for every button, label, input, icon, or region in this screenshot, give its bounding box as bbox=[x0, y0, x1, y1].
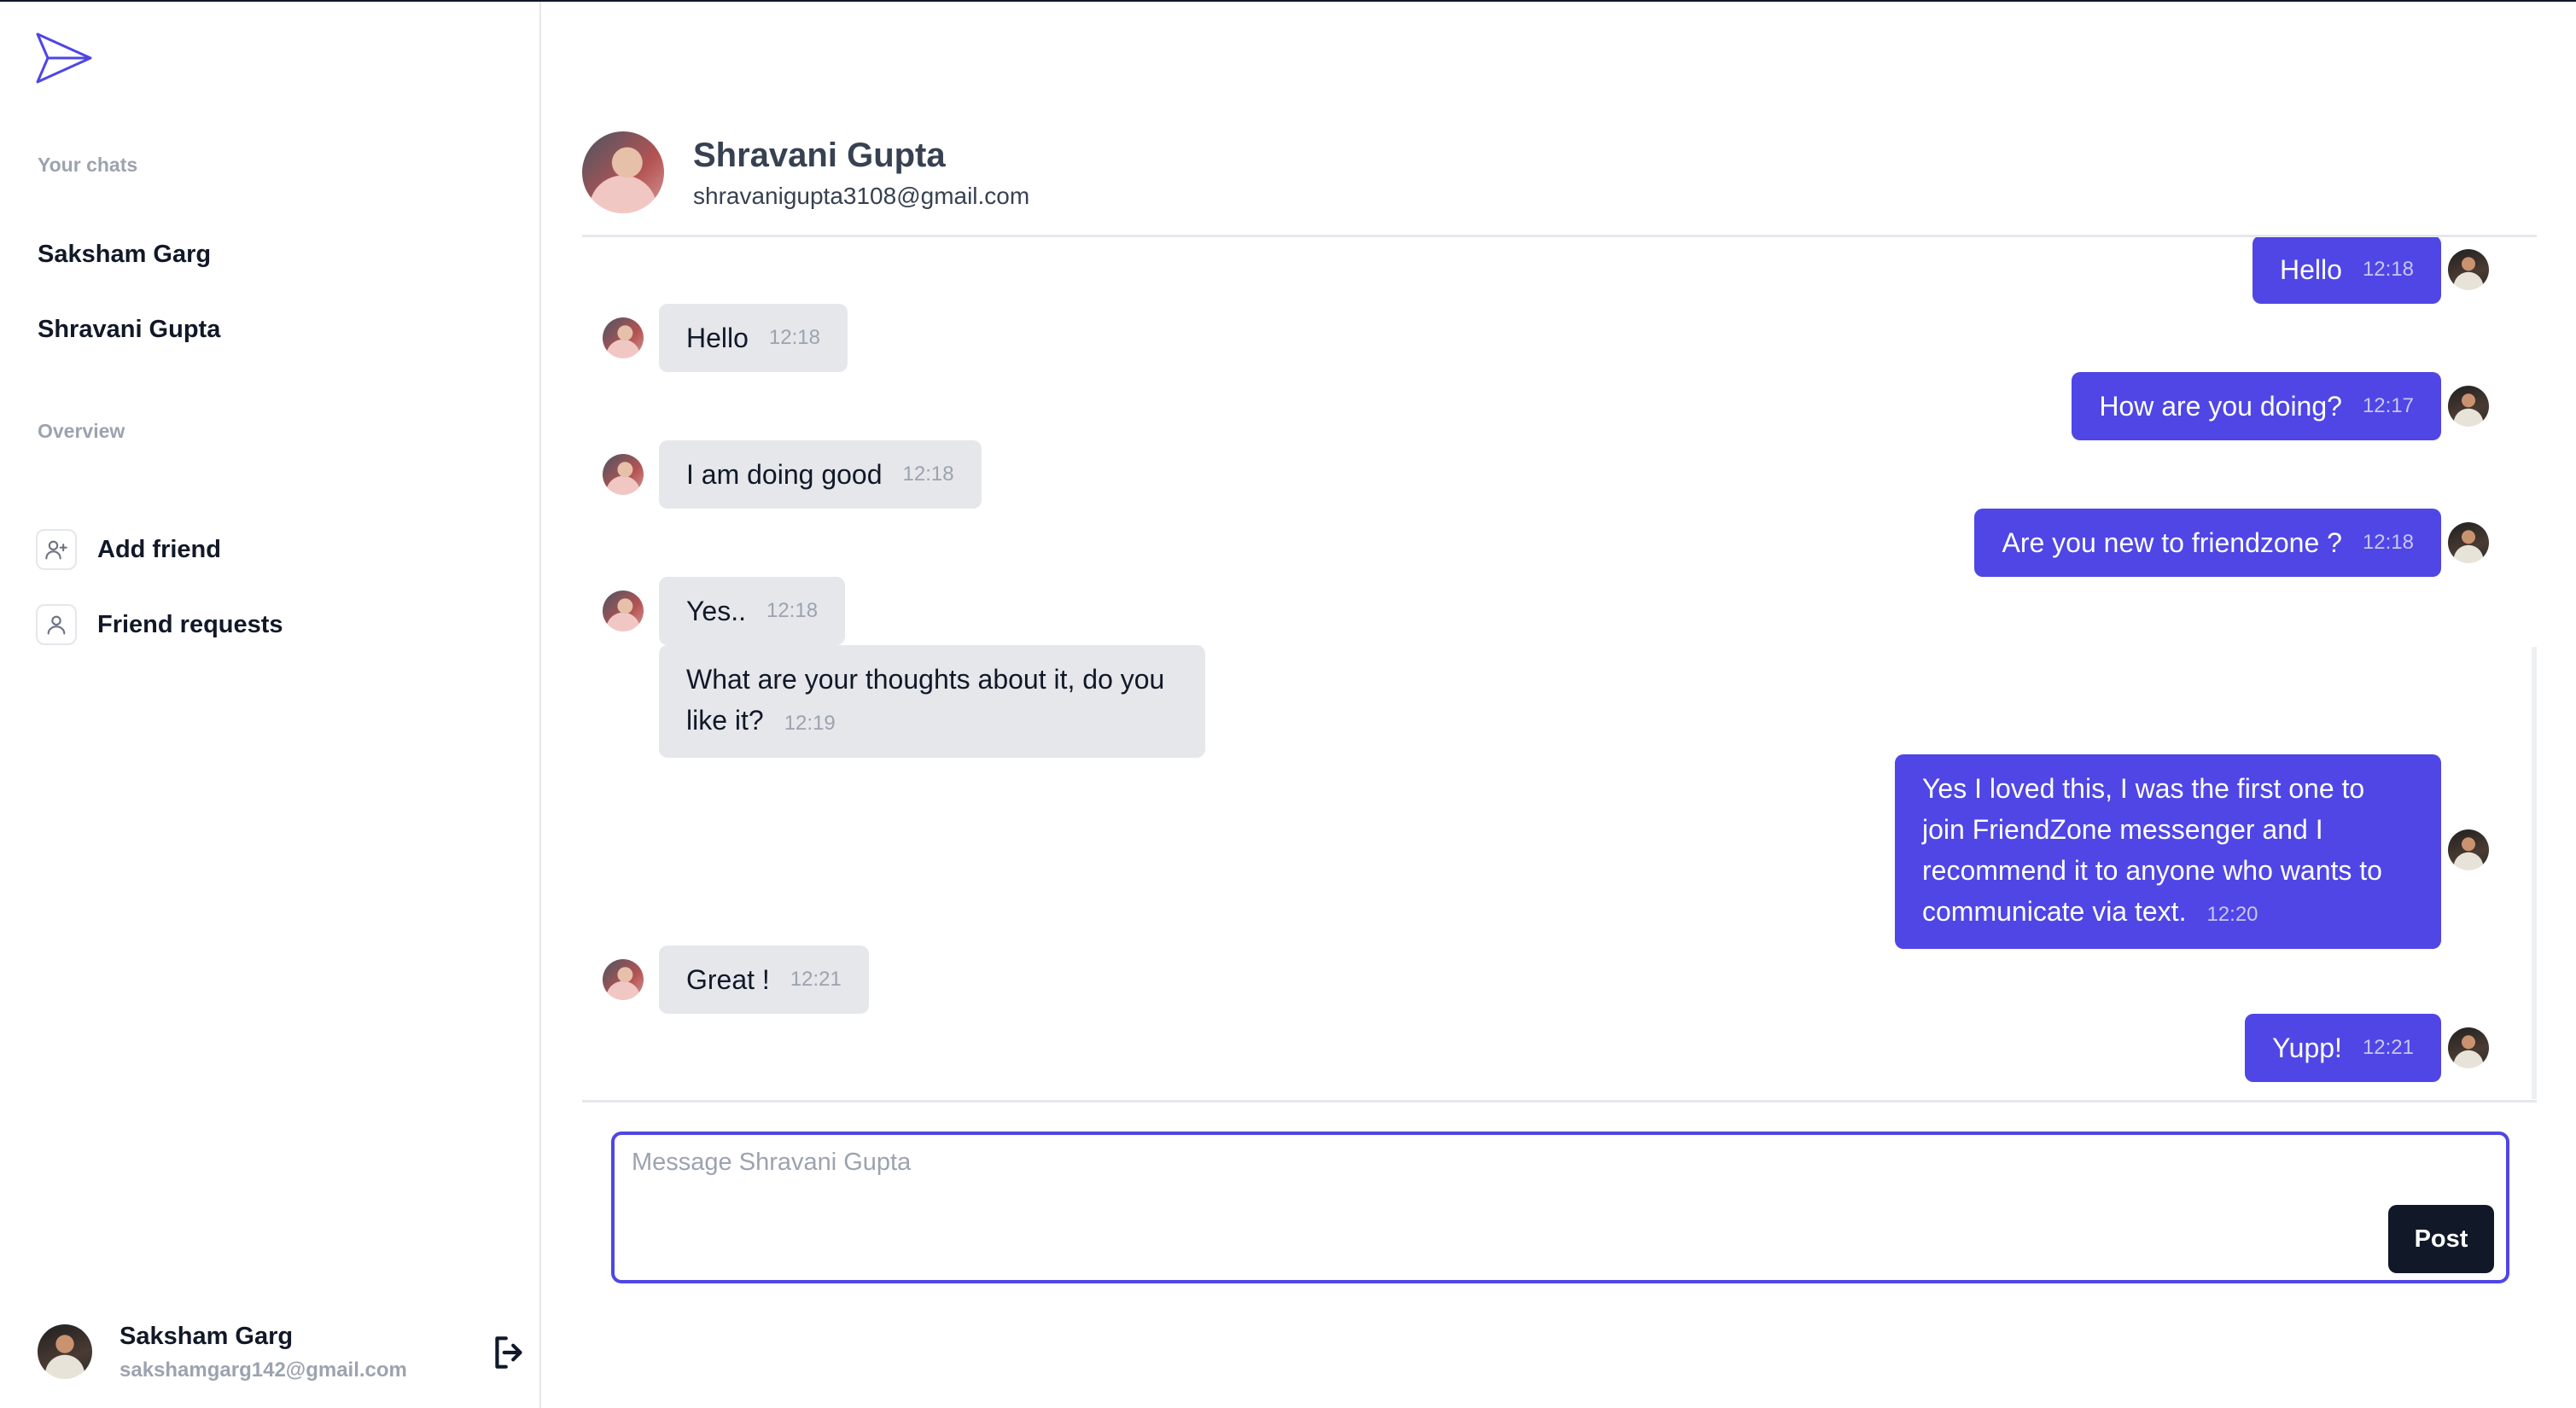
overview-label: Overview bbox=[38, 420, 125, 442]
message-time: 12:17 bbox=[2362, 394, 2414, 417]
message-text: Yes I loved this, I was the first one to… bbox=[1922, 773, 2382, 927]
message-avatar bbox=[2448, 1027, 2489, 1068]
sidebar-chat-shravani-gupta[interactable]: Shravani Gupta bbox=[38, 316, 220, 344]
message-time: 12:18 bbox=[2362, 258, 2414, 281]
message-list[interactable]: Hello 12:18 Hello 12:18 How are you doin… bbox=[582, 237, 2537, 1103]
message-avatar bbox=[603, 591, 644, 631]
your-chats-label: Your chats bbox=[38, 154, 138, 176]
message-time: 12:21 bbox=[2362, 1036, 2414, 1059]
current-user-email: sakshamgarg142@gmail.com bbox=[119, 1359, 407, 1382]
current-user-name: Saksham Garg bbox=[119, 1323, 294, 1350]
message-avatar bbox=[603, 454, 644, 495]
message-time: 12:18 bbox=[766, 599, 819, 622]
sidebar-chat-saksham-garg[interactable]: Saksham Garg bbox=[38, 241, 211, 269]
message-avatar bbox=[2448, 386, 2489, 427]
chat-partner-avatar bbox=[582, 131, 664, 213]
message-bubble-outgoing: How are you doing? 12:17 bbox=[2072, 372, 2441, 440]
message-text: Hello bbox=[2280, 253, 2342, 285]
message-bubble-incoming: Yes.. 12:18 bbox=[659, 577, 846, 645]
message-time: 12:18 bbox=[902, 463, 954, 486]
message-avatar bbox=[2448, 522, 2489, 563]
message-bubble-outgoing: Yupp! 12:21 bbox=[2245, 1014, 2441, 1082]
message-bubble-outgoing: Yes I loved this, I was the first one to… bbox=[1895, 754, 2441, 949]
chat-partner-email: shravanigupta3108@gmail.com bbox=[693, 183, 1030, 209]
sidebar-item-add-friend[interactable]: Add friend bbox=[36, 527, 221, 572]
message-bubble-outgoing: Are you new to friendzone ? 12:18 bbox=[1974, 509, 2441, 577]
message-time: 12:21 bbox=[790, 968, 842, 991]
user-icon bbox=[36, 604, 77, 645]
message-text: Hello bbox=[686, 322, 749, 353]
sidebar: Your chats Saksham Garg Shravani Gupta O… bbox=[0, 2, 541, 1408]
message-time: 12:18 bbox=[768, 326, 820, 349]
message-row: Hello 12:18 bbox=[582, 304, 2516, 372]
message-text: I am doing good bbox=[686, 458, 883, 490]
message-bubble-outgoing: Hello 12:18 bbox=[2253, 237, 2441, 304]
sidebar-item-friend-requests[interactable]: Friend requests bbox=[36, 602, 283, 647]
message-composer: Post bbox=[611, 1132, 2509, 1283]
add-friend-label: Add friend bbox=[97, 535, 221, 563]
message-row: Yupp! 12:21 bbox=[582, 1014, 2516, 1082]
message-text: How are you doing? bbox=[2099, 390, 2342, 422]
message-time: 12:20 bbox=[2206, 903, 2258, 926]
message-time: 12:18 bbox=[2362, 531, 2414, 554]
message-row: Yes.. 12:18 bbox=[582, 577, 2516, 645]
chat-partner-name: Shravani Gupta bbox=[693, 137, 946, 174]
post-button[interactable]: Post bbox=[2388, 1205, 2494, 1273]
user-plus-icon bbox=[36, 529, 77, 570]
message-avatar bbox=[2448, 829, 2489, 870]
message-input[interactable] bbox=[630, 1147, 2375, 1270]
message-row: Great ! 12:21 bbox=[582, 945, 2516, 1014]
message-row: How are you doing? 12:17 bbox=[582, 372, 2516, 440]
message-text: Yupp! bbox=[2272, 1032, 2342, 1063]
message-time: 12:19 bbox=[784, 712, 836, 735]
scrollbar[interactable] bbox=[2532, 647, 2537, 1099]
message-row: Are you new to friendzone ? 12:18 bbox=[582, 509, 2516, 577]
message-text: Great ! bbox=[686, 963, 770, 995]
chat-header: Shravani Gupta shravanigupta3108@gmail.c… bbox=[582, 131, 2537, 237]
message-bubble-incoming: Great ! 12:21 bbox=[659, 945, 869, 1014]
message-bubble-incoming: What are your thoughts about it, do you … bbox=[659, 645, 1205, 758]
message-text: Are you new to friendzone ? bbox=[2002, 527, 2342, 558]
message-text: Yes.. bbox=[686, 595, 746, 626]
message-row: What are your thoughts about it, do you … bbox=[582, 645, 2516, 758]
message-avatar bbox=[2448, 249, 2489, 290]
message-bubble-incoming: I am doing good 12:18 bbox=[659, 440, 982, 509]
message-avatar bbox=[603, 317, 644, 358]
current-user-avatar bbox=[38, 1324, 92, 1379]
message-bubble-incoming: Hello 12:18 bbox=[659, 304, 848, 372]
message-row: I am doing good 12:18 bbox=[582, 440, 2516, 509]
friend-requests-label: Friend requests bbox=[97, 610, 283, 638]
message-text: What are your thoughts about it, do you … bbox=[686, 664, 1165, 736]
send-logo-icon[interactable] bbox=[36, 32, 92, 84]
message-avatar bbox=[603, 959, 644, 1000]
current-user-card: Saksham Garg sakshamgarg142@gmail.com bbox=[38, 1323, 522, 1391]
logout-icon[interactable] bbox=[488, 1331, 531, 1374]
message-row: Hello 12:18 bbox=[582, 237, 2516, 304]
message-row: Yes I loved this, I was the first one to… bbox=[582, 754, 2516, 949]
